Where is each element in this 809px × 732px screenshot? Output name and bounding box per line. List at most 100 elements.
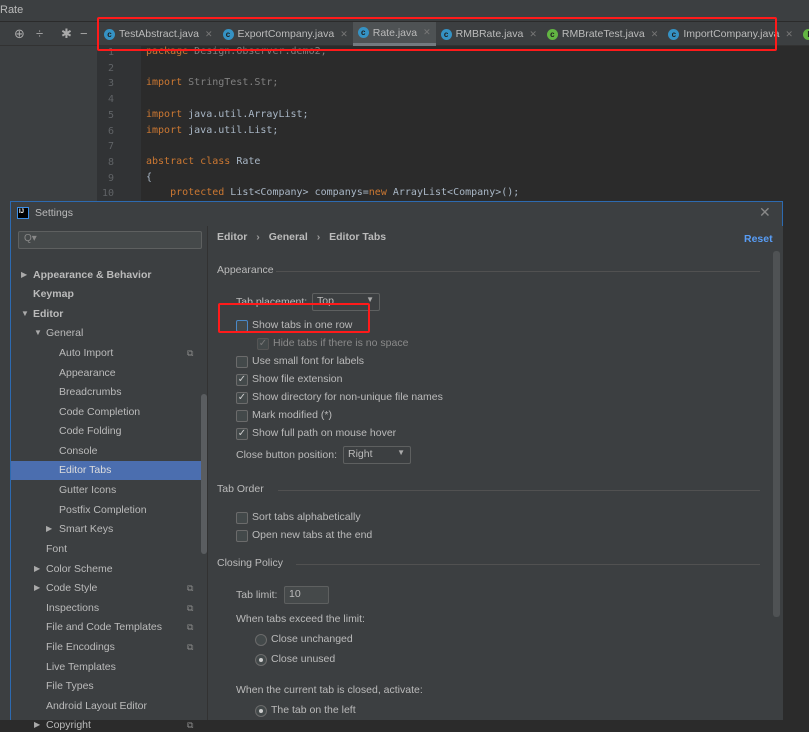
tree-item-label: Appearance (59, 366, 116, 379)
tree-item-label: Breadcrumbs (59, 386, 122, 399)
tab-close-icon[interactable]: ✕ (785, 29, 793, 40)
line-number: 5 (107, 109, 114, 121)
code-text: { (146, 171, 153, 183)
radio-button[interactable] (255, 705, 267, 717)
intellij-logo-icon: IJ (17, 207, 29, 219)
settings-scrollbar[interactable] (773, 251, 780, 617)
tree-item-label: Editor (33, 307, 64, 320)
breadcrumb: Editor › General › Editor Tabs (217, 231, 386, 243)
tree-item[interactable]: Breadcrumbs (11, 385, 207, 399)
breadcrumb-separator: › (316, 231, 321, 243)
breadcrumb-item[interactable]: Editor (217, 231, 247, 243)
code-text: import java.util.ArrayList; (146, 108, 309, 120)
breadcrumb-item[interactable]: General (269, 231, 308, 243)
close-icon[interactable]: ✕ (759, 204, 771, 221)
checkbox[interactable]: ✓ (236, 392, 248, 404)
code-line[interactable]: protected List<Company> companys=new Arr… (146, 187, 519, 198)
tree-item[interactable]: Live Templates (11, 660, 207, 674)
tree-item[interactable]: Appearance (11, 366, 207, 380)
tree-item[interactable]: Console (11, 444, 207, 458)
checkbox-label: Show full path on mouse hover (252, 427, 397, 439)
code-line[interactable]: import java.util.ArrayList; (146, 109, 309, 120)
collapse-icon[interactable]: ÷ (36, 26, 43, 41)
tree-item[interactable]: ▼ General (11, 326, 207, 340)
line-number: 3 (107, 78, 114, 90)
expand-arrow-icon[interactable]: ▶ (21, 268, 27, 282)
checkbox[interactable]: ✓ (236, 374, 248, 386)
checkbox[interactable]: ✓ (236, 428, 248, 440)
dropdown-value: Right (348, 448, 373, 460)
tree-item[interactable]: ▶ Code Style ⧉ (11, 581, 207, 595)
checkbox[interactable] (236, 356, 248, 368)
project-scope-icon: ⧉ (187, 602, 194, 613)
expand-arrow-icon[interactable]: ▶ (34, 581, 40, 595)
tree-item[interactable]: Editor Tabs (11, 461, 207, 480)
tree-item[interactable]: Auto Import ⧉ (11, 346, 207, 360)
settings-search-input[interactable]: Q▾ (18, 231, 202, 249)
code-line[interactable]: import StringTest.Str; (146, 77, 278, 88)
tree-item[interactable]: Postfix Completion (11, 503, 207, 517)
tree-item[interactable]: ▶ Smart Keys (11, 522, 207, 536)
minimize-icon[interactable]: − (80, 26, 88, 41)
checkbox-label: Show directory for non-unique file names (252, 391, 443, 403)
collapse-arrow-icon[interactable]: ▼ (21, 307, 29, 321)
section-header: Appearance (217, 264, 274, 276)
project-scope-icon: ⧉ (187, 622, 194, 633)
exceed-limit-label: When tabs exceed the limit: (236, 613, 365, 625)
checkbox[interactable] (236, 410, 248, 422)
tree-item[interactable]: Android Layout Editor (11, 699, 207, 713)
tree-item[interactable]: ▶ Appearance & Behavior (11, 268, 207, 282)
code-line[interactable]: import java.util.List; (146, 125, 278, 136)
tree-item-label: Gutter Icons (59, 484, 117, 497)
tree-item-label: Copyright (46, 719, 91, 732)
close-button-position-dropdown[interactable]: Right ▼ (343, 446, 411, 464)
radio-button[interactable] (255, 654, 267, 666)
dialog-title-bar: IJ Settings ✕ (11, 202, 782, 226)
project-scope-icon: ⧉ (187, 641, 194, 652)
tree-item[interactable]: ▶ Color Scheme (11, 562, 207, 576)
code-text: abstract class Rate (146, 155, 261, 167)
tree-item[interactable]: Code Completion (11, 405, 207, 419)
expand-arrow-icon[interactable]: ▶ (34, 562, 40, 576)
checkbox-label: Sort tabs alphabetically (252, 511, 361, 523)
code-line[interactable]: abstract class Rate (146, 156, 260, 167)
editor-tab[interactable]: IP (798, 22, 809, 46)
tree-item-label: File Types (46, 680, 94, 693)
collapse-arrow-icon[interactable]: ▼ (34, 326, 42, 340)
tree-item[interactable]: Keymap (11, 287, 207, 301)
tree-item[interactable]: File Encodings ⧉ (11, 640, 207, 654)
tree-item[interactable]: Inspections ⧉ (11, 601, 207, 615)
tree-item-label: General (46, 327, 84, 340)
reset-link[interactable]: Reset (744, 233, 773, 245)
project-scope-icon: ⧉ (187, 583, 194, 594)
radio-button[interactable] (255, 634, 267, 646)
expand-arrow-icon[interactable]: ▶ (34, 718, 40, 732)
checkbox[interactable]: ✓ (257, 338, 269, 350)
checkbox-label: Use small font for labels (252, 355, 365, 367)
tree-item-label: Postfix Completion (59, 503, 147, 516)
section-header: Closing Policy (217, 557, 283, 569)
gear-icon[interactable]: ✱ (61, 26, 72, 42)
chevron-down-icon: ▼ (397, 448, 405, 457)
tree-item[interactable]: Code Folding (11, 424, 207, 438)
checkbox[interactable] (236, 530, 248, 542)
code-text: import java.util.List; (146, 124, 279, 136)
expand-arrow-icon[interactable]: ▶ (46, 522, 52, 536)
tree-item[interactable]: File and Code Templates ⧉ (11, 620, 207, 634)
annotation-box-option (218, 303, 370, 333)
tree-item[interactable]: ▶ Copyright ⧉ (11, 718, 207, 732)
project-scope-icon: ⧉ (187, 347, 194, 358)
line-number: 2 (107, 62, 114, 74)
radio-label: The tab on the left (271, 704, 356, 716)
tree-item[interactable]: Gutter Icons (11, 483, 207, 497)
section-header: Tab Order (217, 483, 264, 495)
locate-icon[interactable]: ⊕ (14, 26, 25, 42)
tree-item[interactable]: ▼ Editor (11, 307, 207, 321)
settings-tree: Q▾ ▶ Appearance & Behavior Keymap ▼ Editor ▼ G… (11, 226, 207, 731)
checkbox[interactable] (236, 512, 248, 524)
tab-limit-input[interactable]: 10 (284, 586, 329, 604)
close-button-position-label: Close button position: (236, 449, 337, 461)
tree-item[interactable]: Font (11, 542, 207, 556)
code-line[interactable]: { (146, 172, 152, 183)
tree-item[interactable]: File Types (11, 679, 207, 693)
